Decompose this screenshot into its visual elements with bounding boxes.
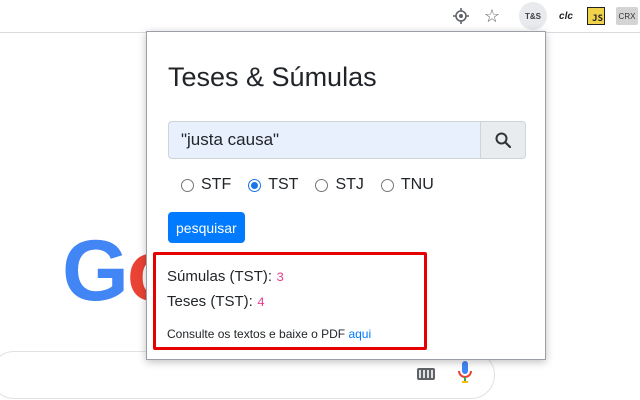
teses-count: 4 <box>257 295 265 310</box>
microphone-icon[interactable] <box>458 361 472 387</box>
aqui-link[interactable]: aqui <box>348 327 371 341</box>
sumulas-result: Súmulas (TST): 3 <box>167 268 284 285</box>
radio-tnu[interactable]: TNU <box>380 176 434 194</box>
browser-toolbar: ☆ T&S clc JS CRX <box>0 0 640 33</box>
radio-tst[interactable]: TST <box>248 176 298 194</box>
radio-circle-checked[interactable] <box>248 178 262 192</box>
teses-sumulas-extension-icon[interactable]: T&S <box>519 2 547 30</box>
sumulas-count: 3 <box>276 270 284 285</box>
crx-extension-icon[interactable]: CRX <box>616 7 638 25</box>
pesquisar-button[interactable]: pesquisar <box>168 212 245 243</box>
pdf-note: Consulte os textos e baixe o PDF aqui <box>167 327 372 341</box>
keyboard-icon[interactable] <box>417 368 435 380</box>
teses-result: Teses (TST): 4 <box>167 293 265 310</box>
radio-circle[interactable] <box>380 178 394 192</box>
court-radio-group: STF TST STJ TNU <box>181 176 451 194</box>
locate-icon[interactable] <box>450 5 472 27</box>
search-group <box>168 121 526 159</box>
radio-circle[interactable] <box>181 178 194 192</box>
radio-stj[interactable]: STJ <box>315 176 364 194</box>
clc-extension-icon[interactable]: clc <box>555 5 577 27</box>
search-button[interactable] <box>480 121 526 159</box>
search-input[interactable] <box>168 121 480 159</box>
extension-popup: Teses & Súmulas STF TST STJ TNU pesquisa… <box>146 31 546 360</box>
search-icon <box>495 132 511 148</box>
star-icon[interactable]: ☆ <box>481 5 503 27</box>
results-panel: Súmulas (TST): 3 Teses (TST): 4 Consulte… <box>153 252 427 350</box>
js-extension-icon[interactable]: JS <box>587 7 605 25</box>
popup-title: Teses & Súmulas <box>168 62 377 92</box>
radio-circle[interactable] <box>315 178 329 192</box>
radio-stf[interactable]: STF <box>181 176 231 194</box>
